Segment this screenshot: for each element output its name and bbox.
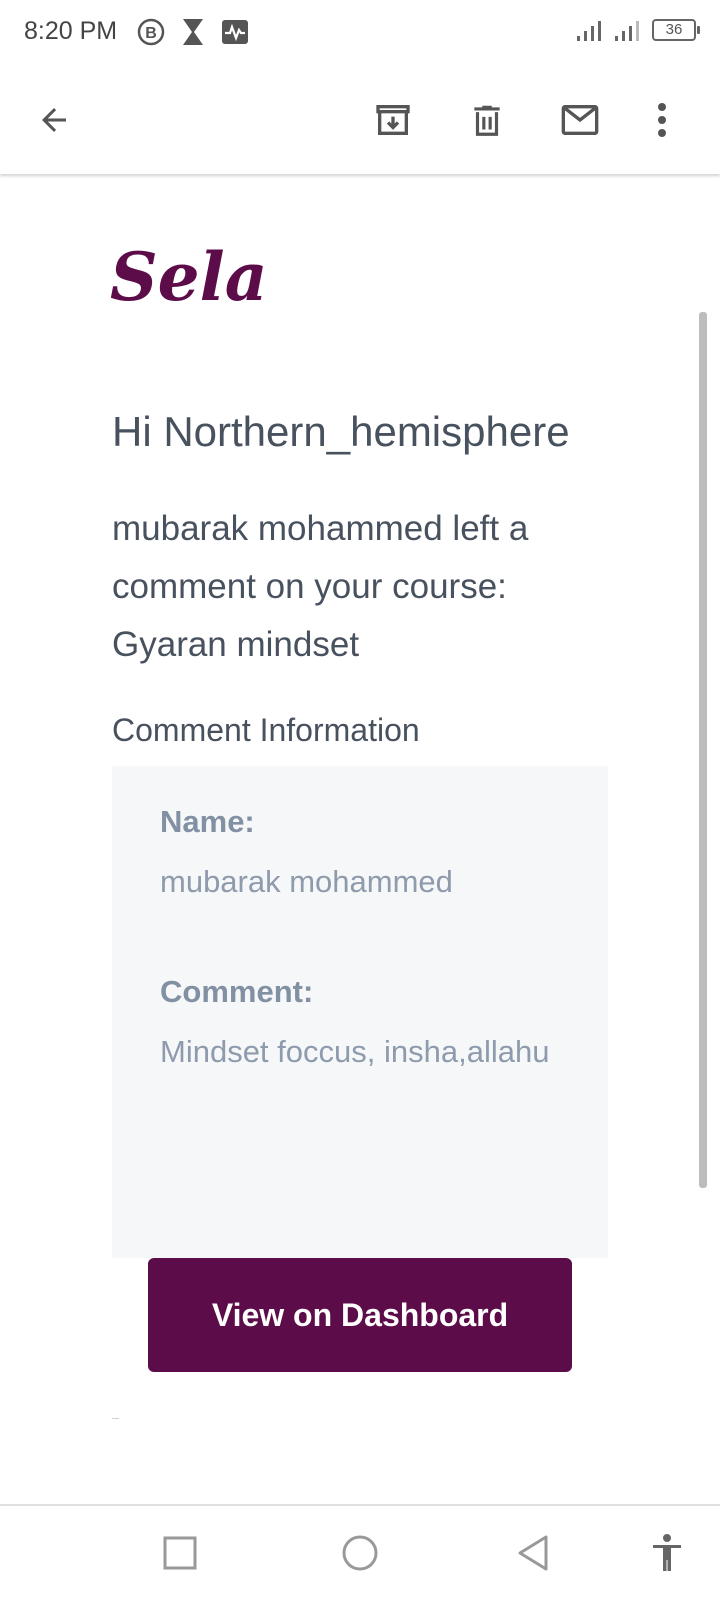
delete-icon [474,105,500,136]
delete-button[interactable] [457,90,517,150]
activity-icon [222,20,248,44]
name-value: mubarak mohammed [160,864,453,899]
status-time: 8:20 PM [24,17,118,45]
status-notification-icons: B [137,18,249,46]
view-on-dashboard-button[interactable]: View on Dashboard [148,1258,572,1372]
name-label: Name: [160,804,255,839]
notification-message: mubarak mohammed left a comment on your … [112,509,529,664]
signal-icon-2 [615,21,639,41]
selar-logo: Selar [110,224,306,319]
b-badge-icon: B [137,18,165,46]
greeting: Hi Northern_hemisphere [112,408,570,455]
app-bar [0,66,720,174]
status-bar: 8:20 PM B 36 [0,0,720,66]
divider [112,1418,119,1419]
accessibility-button[interactable] [642,1528,692,1578]
system-nav-bar [0,1504,720,1600]
back-button[interactable] [24,90,84,150]
more-vert-icon [658,103,666,137]
back-triangle-icon [518,1535,548,1571]
hourglass-icon [183,19,203,45]
mail-icon [561,105,599,135]
signal-icon [577,21,601,41]
comment-info-card: Name: mubarak mohammed Comment: Mindset … [112,766,608,1258]
mark-unread-button[interactable] [550,90,610,150]
archive-button[interactable] [363,90,423,150]
section-title: Comment Information [112,712,420,748]
home-circle-icon [342,1535,378,1571]
svg-text:B: B [145,25,157,42]
recents-square-icon [163,1536,197,1570]
comment-value: Mindset foccus, insha,allahu [160,1034,550,1069]
battery-icon: 36 [652,19,700,41]
scrollbar[interactable] [699,312,707,1188]
status-system-icons: 36 [576,18,700,42]
recents-button[interactable] [155,1528,205,1578]
comment-label: Comment: [160,974,314,1009]
back-arrow-icon [42,108,66,132]
svg-text:Selar: Selar [110,238,270,314]
home-button[interactable] [335,1528,385,1578]
archive-icon [376,105,410,135]
accessibility-icon [653,1534,681,1571]
back-nav-button[interactable] [508,1528,558,1578]
more-options-button[interactable] [632,90,692,150]
